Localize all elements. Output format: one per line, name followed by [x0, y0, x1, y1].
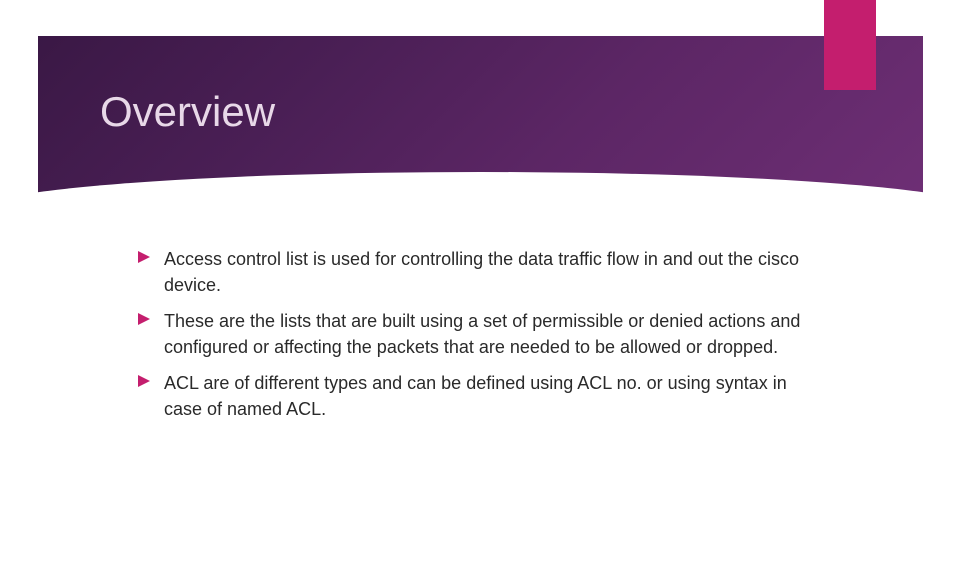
presentation-slide: Overview Access control list is used for… — [38, 36, 923, 546]
slide-header: Overview — [38, 36, 923, 211]
list-item: ACL are of different types and can be de… — [138, 370, 823, 422]
bullet-text: ACL are of different types and can be de… — [164, 370, 823, 422]
bullet-text: These are the lists that are built using… — [164, 308, 823, 360]
play-bullet-icon — [138, 375, 152, 389]
bullet-text: Access control list is used for controll… — [164, 246, 823, 298]
play-bullet-icon — [138, 313, 152, 327]
slide-content: Access control list is used for controll… — [38, 211, 923, 423]
list-item: Access control list is used for controll… — [138, 246, 823, 298]
accent-tab — [824, 0, 876, 90]
list-item: These are the lists that are built using… — [138, 308, 823, 360]
play-bullet-icon — [138, 251, 152, 265]
slide-title: Overview — [100, 88, 275, 136]
bullet-list: Access control list is used for controll… — [138, 246, 823, 423]
